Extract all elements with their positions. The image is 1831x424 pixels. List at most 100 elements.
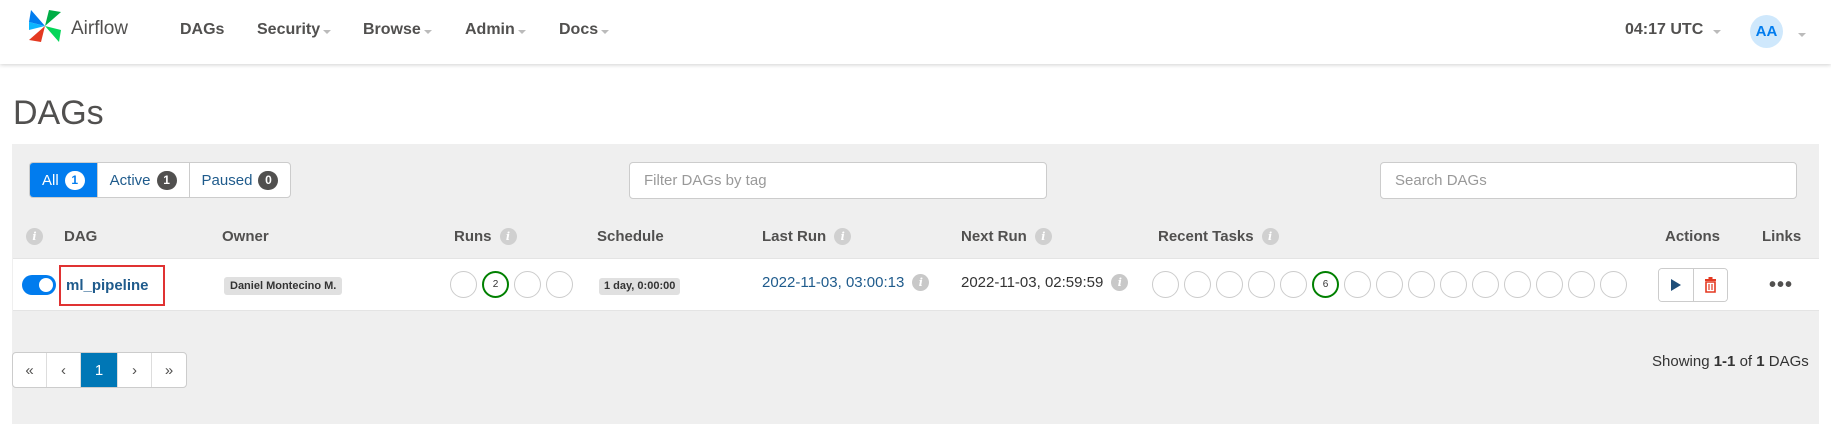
header-next-run: Next Run i xyxy=(961,228,1052,245)
showing-suffix: DAGs xyxy=(1768,353,1809,370)
trash-icon xyxy=(1705,277,1716,293)
play-icon xyxy=(1671,279,1681,291)
header-recent-tasks: Recent Tasks i xyxy=(1158,228,1279,245)
actions-group xyxy=(1658,268,1728,302)
info-icon[interactable]: i xyxy=(834,228,852,245)
header-runs-label: Runs xyxy=(454,228,492,245)
filter-all-count: 1 xyxy=(64,170,85,190)
filter-active-count: 1 xyxy=(156,170,177,190)
clock-dropdown[interactable]: 04:17 UTC xyxy=(1625,21,1722,39)
header-recent-tasks-label: Recent Tasks xyxy=(1158,228,1254,245)
dag-id-link[interactable]: ml_pipeline xyxy=(59,265,165,306)
run-status-circle[interactable] xyxy=(450,271,477,298)
next-page-button[interactable]: › xyxy=(118,353,152,387)
task-status-circle[interactable] xyxy=(1344,271,1371,298)
caret-down-icon xyxy=(323,29,332,34)
header-links: Links xyxy=(1762,228,1802,245)
filter-all-button[interactable]: All 1 xyxy=(30,163,98,197)
nav-browse-label: Browse xyxy=(363,21,421,38)
links-menu-icon[interactable]: ••• xyxy=(1769,274,1793,297)
task-status-circle[interactable]: 6 xyxy=(1312,271,1339,298)
run-status-circle[interactable]: 2 xyxy=(482,271,509,298)
header-dag[interactable]: DAG xyxy=(64,228,97,245)
task-status-circle[interactable] xyxy=(1472,271,1499,298)
showing-range: 1-1 xyxy=(1713,353,1736,370)
brand-name[interactable]: Airflow xyxy=(71,18,128,40)
nav-docs-label: Docs xyxy=(559,21,599,38)
header-last-run-label: Last Run xyxy=(762,228,827,245)
task-status-circle[interactable] xyxy=(1280,271,1307,298)
pagination: « ‹ 1 › » xyxy=(12,352,187,388)
search-dags-input[interactable] xyxy=(1380,162,1797,199)
status-filter-group: All 1 Active 1 Paused 0 xyxy=(29,162,292,198)
filter-active-button[interactable]: Active 1 xyxy=(98,163,190,197)
header-owner[interactable]: Owner xyxy=(222,228,269,245)
showing-prefix: Showing xyxy=(1652,353,1710,370)
last-run-cell: 2022-11-03, 03:00:13 i xyxy=(762,274,930,291)
last-run-link[interactable]: 2022-11-03, 03:00:13 xyxy=(762,274,904,291)
header-actions: Actions xyxy=(1665,228,1721,245)
nav-security-label: Security xyxy=(257,21,321,38)
nav-admin-label: Admin xyxy=(465,21,515,38)
trigger-dag-button[interactable] xyxy=(1659,269,1693,301)
next-run-value: 2022-11-03, 02:59:59 xyxy=(961,274,1104,291)
filter-all-label: All xyxy=(42,171,59,189)
info-icon[interactable]: i xyxy=(1111,274,1129,291)
last-page-button[interactable]: » xyxy=(152,353,186,387)
nav-admin[interactable]: Admin xyxy=(465,21,526,39)
nav-browse[interactable]: Browse xyxy=(363,21,432,39)
info-icon[interactable]: i xyxy=(1034,228,1052,245)
info-icon[interactable]: i xyxy=(912,274,930,291)
task-status-circle[interactable] xyxy=(1600,271,1627,298)
task-status-circle[interactable] xyxy=(1440,271,1467,298)
next-run-cell: 2022-11-03, 02:59:59 i xyxy=(961,274,1129,291)
caret-down-icon[interactable] xyxy=(1798,33,1806,37)
showing-total: 1 xyxy=(1756,353,1765,370)
first-page-button[interactable]: « xyxy=(13,353,47,387)
page-title: DAGs xyxy=(13,94,104,132)
run-status-circle[interactable] xyxy=(514,271,541,298)
task-status-circle[interactable] xyxy=(1152,271,1179,298)
tag-filter-input[interactable] xyxy=(629,162,1047,199)
filter-paused-label: Paused xyxy=(201,171,253,189)
filter-paused-button[interactable]: Paused 0 xyxy=(190,163,291,197)
brand[interactable] xyxy=(27,8,63,44)
filter-paused-count: 0 xyxy=(258,170,279,190)
nav-security[interactable]: Security xyxy=(257,21,332,39)
nav-dags-label: DAGs xyxy=(180,21,225,38)
header-next-run-label: Next Run xyxy=(961,228,1027,245)
info-icon[interactable]: i xyxy=(26,228,43,245)
showing-of: of xyxy=(1739,353,1753,370)
clock-label: 04:17 UTC xyxy=(1625,21,1704,38)
current-page-button[interactable]: 1 xyxy=(81,353,118,387)
caret-down-icon xyxy=(601,29,610,34)
prev-page-button[interactable]: ‹ xyxy=(47,353,81,387)
dag-pause-toggle[interactable] xyxy=(22,275,56,295)
nav-docs[interactable]: Docs xyxy=(559,21,610,39)
task-status-circle[interactable] xyxy=(1536,271,1563,298)
caret-down-icon xyxy=(1713,29,1722,34)
user-avatar[interactable]: AA xyxy=(1750,15,1783,48)
nav-dags[interactable]: DAGs xyxy=(180,21,224,39)
header-schedule: Schedule xyxy=(597,228,664,245)
top-navbar: Airflow DAGs Security Browse Admin Docs … xyxy=(0,0,1831,64)
task-status-circle[interactable] xyxy=(1184,271,1211,298)
owner-tag[interactable]: Daniel Montecino M. xyxy=(224,277,343,295)
airflow-logo-icon xyxy=(29,10,61,42)
header-runs: Runs i xyxy=(454,228,517,245)
showing-summary: Showing 1-1 of 1 DAGs xyxy=(1652,353,1809,370)
task-status-circle[interactable] xyxy=(1376,271,1403,298)
filter-active-label: Active xyxy=(109,171,151,189)
task-status-circle[interactable] xyxy=(1408,271,1435,298)
task-status-circle[interactable] xyxy=(1248,271,1275,298)
delete-dag-button[interactable] xyxy=(1693,269,1727,301)
caret-down-icon xyxy=(517,29,526,34)
info-icon[interactable]: i xyxy=(1261,228,1279,245)
task-status-circle[interactable] xyxy=(1504,271,1531,298)
task-status-circle[interactable] xyxy=(1216,271,1243,298)
schedule-tag: 1 day, 0:00:00 xyxy=(599,278,681,295)
run-status-circle[interactable] xyxy=(546,271,573,298)
header-last-run: Last Run i xyxy=(762,228,852,245)
task-status-circle[interactable] xyxy=(1568,271,1595,298)
info-icon[interactable]: i xyxy=(499,228,517,245)
